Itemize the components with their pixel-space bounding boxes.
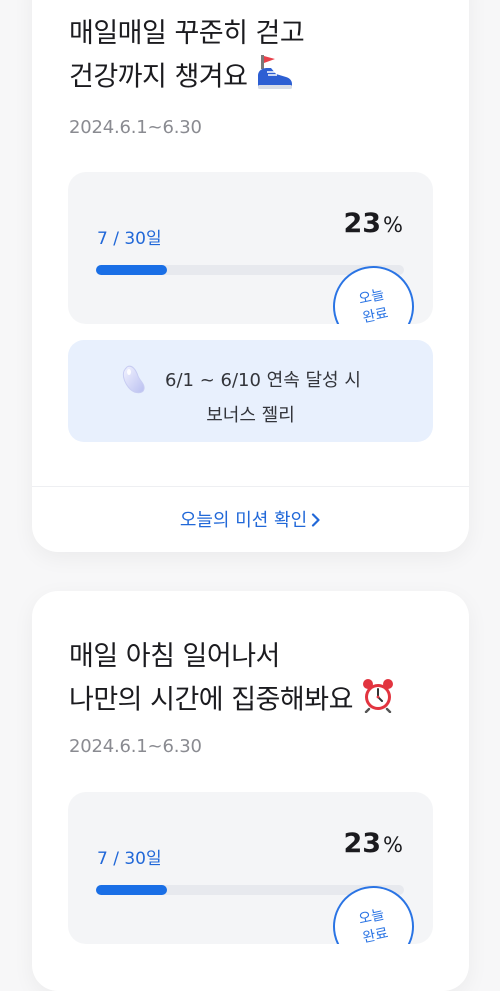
today-mission-label: 오늘의 미션 확인 (179, 510, 308, 531)
progress-percent: 23% (343, 828, 403, 859)
divider (32, 486, 469, 487)
challenge-period: 2024.6.1~6.30 (69, 736, 202, 757)
challenge-title-line1: 매일매일 꾸준히 걷고 (69, 18, 305, 49)
progress-percent-sign: % (383, 213, 403, 237)
progress-percent: 23% (343, 208, 403, 239)
jelly-bean-icon (121, 364, 147, 394)
progress-panel: 7 / 30일 23% 오늘 완료 (68, 172, 433, 324)
running-shoe-icon (255, 54, 293, 102)
progress-days: 7 / 30일 (97, 849, 162, 869)
bonus-reward: 보너스 젤리 (206, 405, 295, 426)
alarm-clock-icon (361, 677, 395, 725)
challenge-title: 매일 아침 일어나서 나만의 시간에 집중해봐요 (69, 637, 395, 725)
challenge-card: 매일매일 꾸준히 걷고 건강까지 챙겨요 2024.6.1~6.30 7 / 3… (32, 0, 469, 552)
progress-percent-value: 23 (343, 828, 382, 859)
progress-bar-fill (96, 885, 167, 895)
bonus-condition: 6/1 ~ 6/10 연속 달성 시 (165, 370, 361, 391)
challenge-title-line2: 나만의 시간에 집중해봐요 (69, 684, 353, 716)
challenge-card: 매일 아침 일어나서 나만의 시간에 집중해봐요 2024.6.1~6.30 7… (32, 591, 469, 991)
challenge-title-line2: 건강까지 챙겨요 (69, 61, 248, 93)
progress-percent-value: 23 (343, 208, 382, 239)
progress-panel: 7 / 30일 23% 오늘 완료 (68, 792, 433, 944)
bonus-panel: 6/1 ~ 6/10 연속 달성 시 보너스 젤리 (68, 340, 433, 442)
challenge-period: 2024.6.1~6.30 (69, 117, 202, 138)
progress-bar-fill (96, 265, 167, 275)
progress-percent-sign: % (383, 833, 403, 857)
progress-days: 7 / 30일 (97, 229, 162, 249)
challenge-title-line1: 매일 아침 일어나서 (69, 641, 280, 672)
chevron-right-icon (311, 511, 321, 532)
today-mission-link[interactable]: 오늘의 미션 확인 (32, 506, 469, 532)
challenge-title: 매일매일 꾸준히 걷고 건강까지 챙겨요 (69, 14, 305, 102)
